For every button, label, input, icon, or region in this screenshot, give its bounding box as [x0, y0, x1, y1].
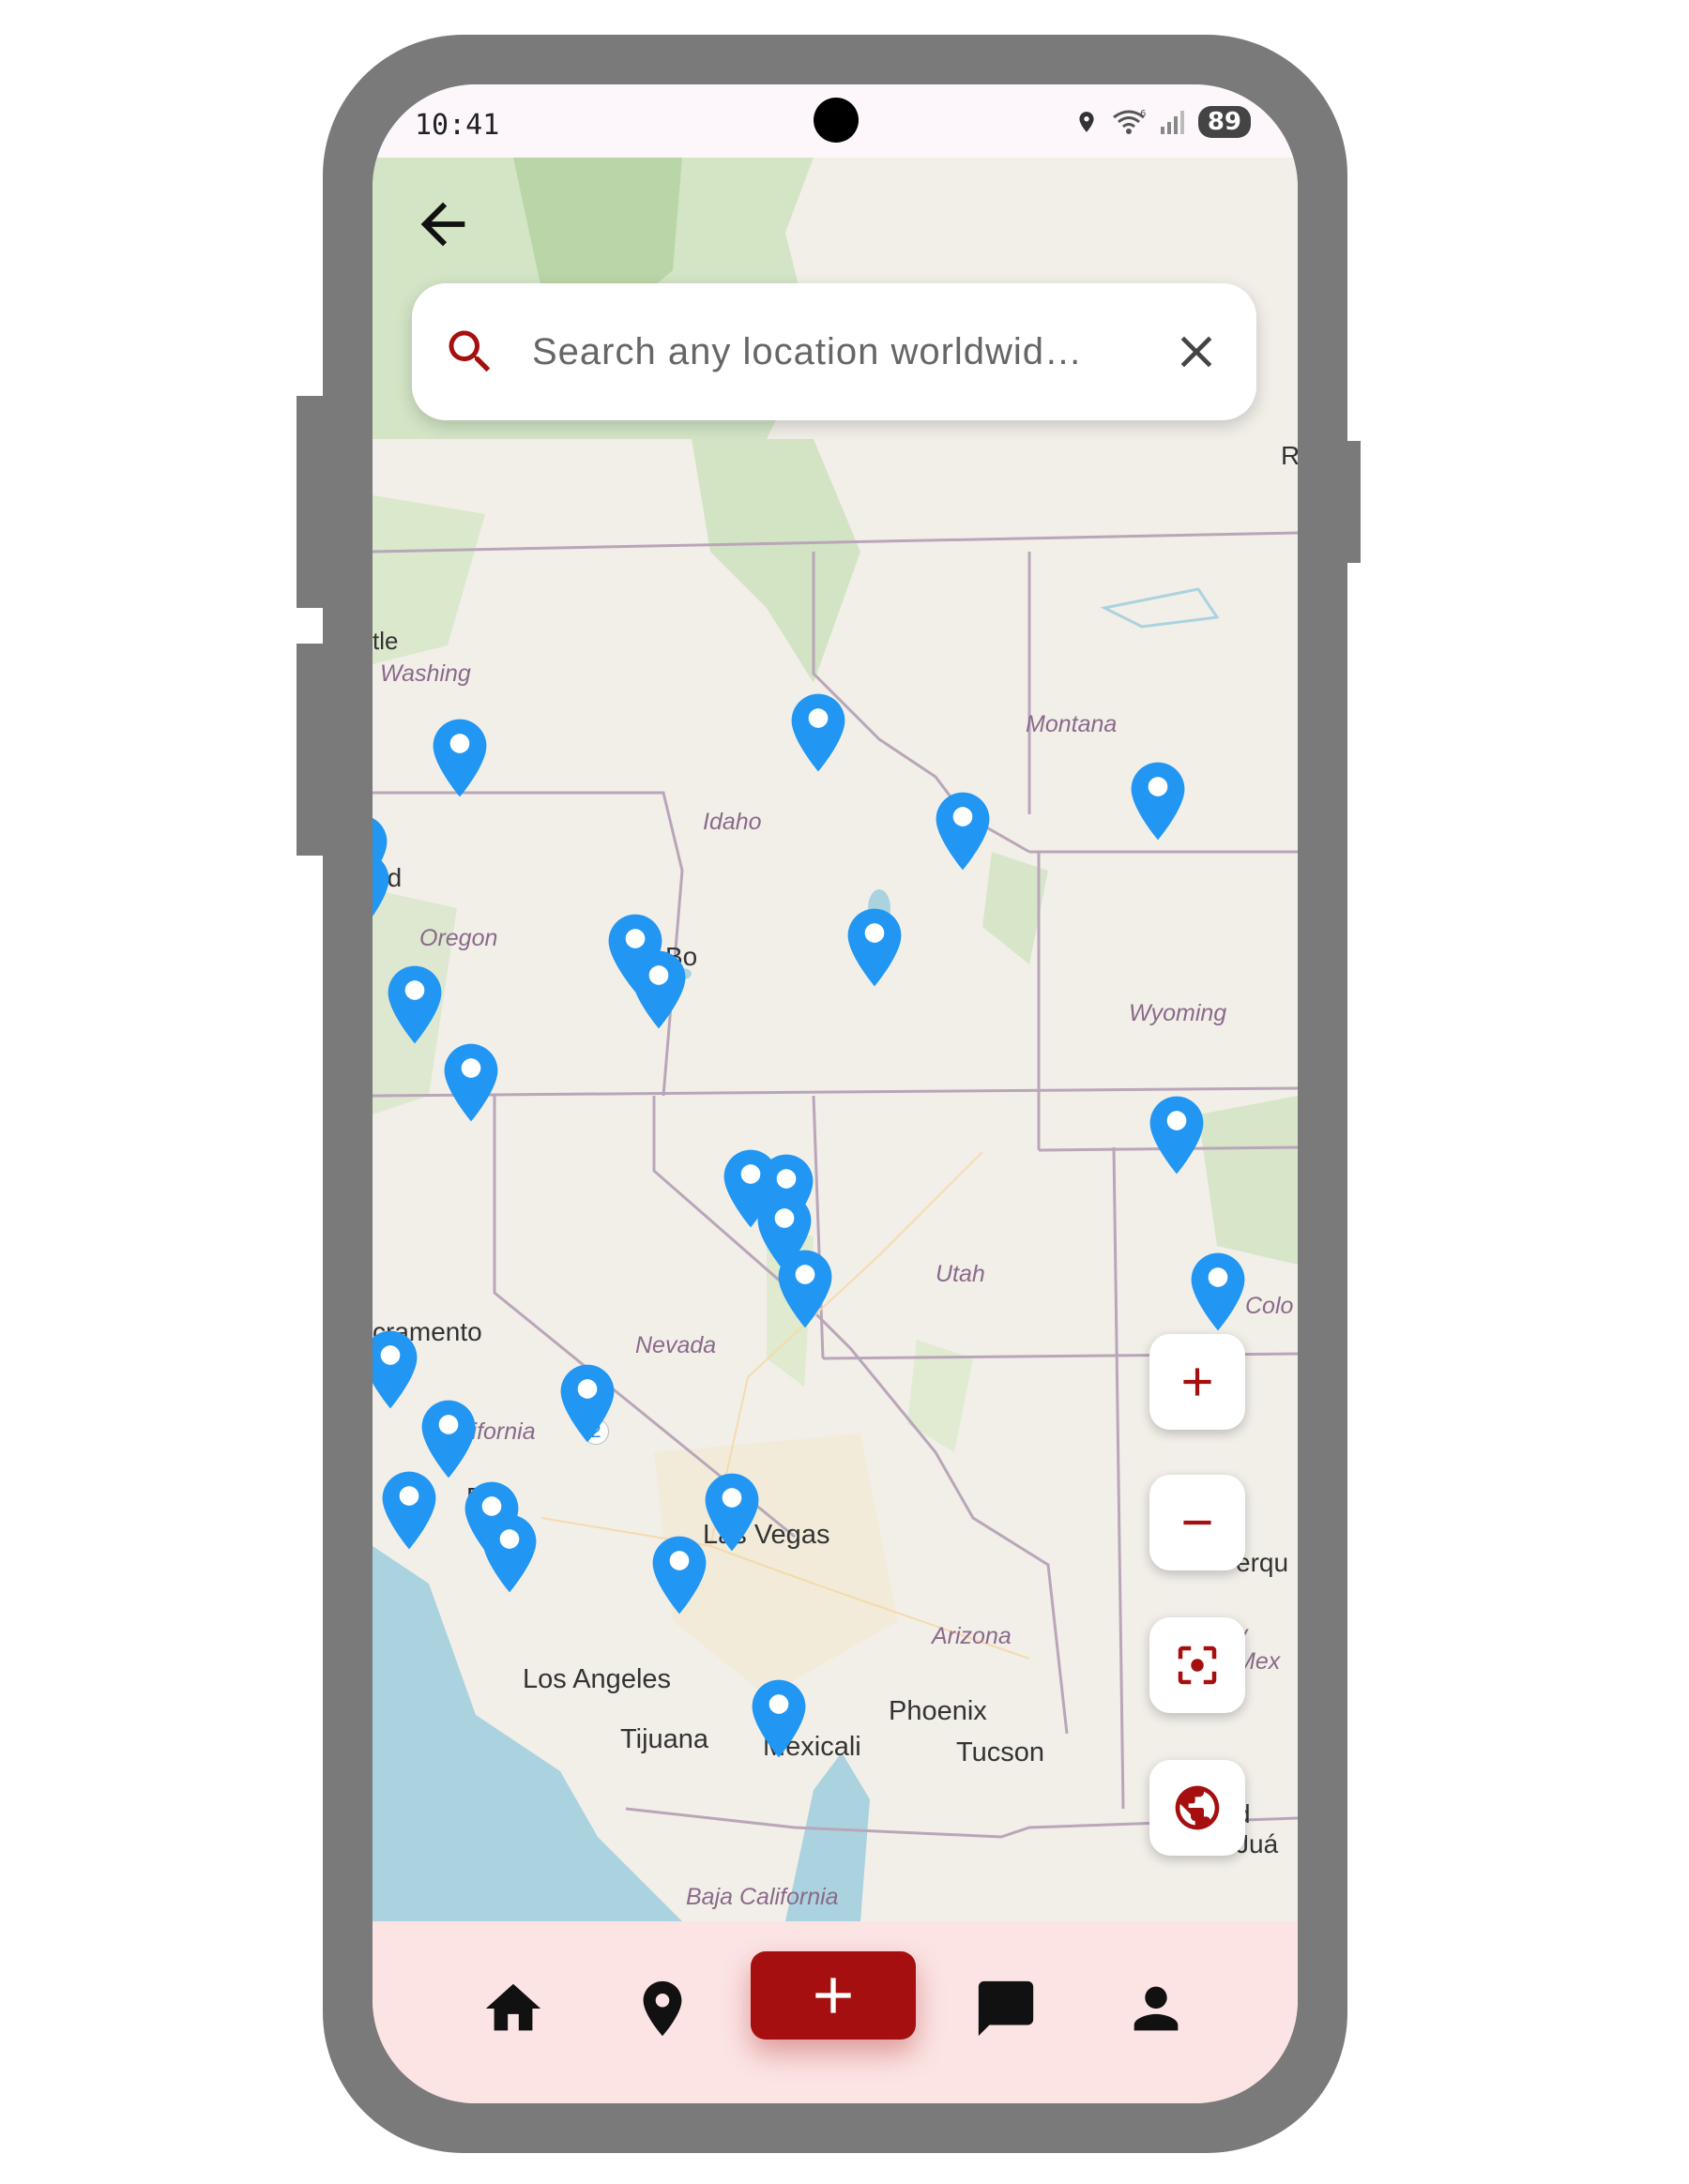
map-label-seattle: tle: [373, 627, 399, 655]
map-label-baja-california: Baja California: [686, 1884, 839, 1910]
phone-side-button: [297, 396, 328, 608]
status-icons: 6 89: [1074, 103, 1251, 141]
map-label-nevada: Nevada: [635, 1332, 717, 1358]
zoom-in-button[interactable]: [1149, 1334, 1245, 1430]
battery-indicator: 89: [1197, 106, 1251, 138]
signal-icon: [1160, 111, 1184, 134]
search-input[interactable]: [530, 329, 1170, 374]
phone-side-button: [297, 644, 328, 856]
center-focus-icon: [1178, 1646, 1217, 1685]
map-marker-icon[interactable]: [442, 1043, 500, 1122]
search-bar: [412, 283, 1256, 420]
status-time: 10:41: [415, 109, 500, 142]
map-marker-icon[interactable]: [480, 1514, 539, 1593]
location-pin-icon[interactable]: [630, 1976, 695, 2041]
map-marker-icon[interactable]: [1129, 762, 1187, 841]
front-camera: [814, 98, 859, 143]
map-label-phoenix: Phoenix: [889, 1696, 987, 1726]
map-marker-icon[interactable]: [1189, 1252, 1247, 1331]
map-marker-icon[interactable]: [373, 852, 391, 931]
map-label-wyoming: Wyoming: [1129, 1000, 1227, 1026]
map-marker-icon[interactable]: [386, 965, 444, 1044]
location-status-icon: [1079, 112, 1094, 132]
map-marker-icon[interactable]: [1148, 1096, 1206, 1175]
map-label-oregon: Oregon: [419, 925, 498, 951]
globe-icon: [1175, 1785, 1220, 1830]
map-marker-icon[interactable]: [934, 792, 992, 871]
globe-button[interactable]: [1149, 1760, 1245, 1856]
status-bar: 10:41 6 89: [373, 84, 1298, 158]
map-marker-icon[interactable]: [650, 1536, 708, 1615]
search-icon: [449, 330, 491, 372]
profile-icon[interactable]: [1123, 1976, 1189, 2041]
map-marker-icon[interactable]: [419, 1400, 478, 1479]
svg-text:6: 6: [1140, 109, 1146, 119]
back-arrow-icon[interactable]: [410, 191, 476, 257]
map-label-tijuana: Tijuana: [620, 1724, 709, 1754]
map-marker-icon[interactable]: [630, 950, 688, 1029]
plus-icon: [815, 1978, 851, 2013]
map-label-regina-fragment: R: [1281, 441, 1298, 470]
wifi-icon: 6: [1112, 109, 1146, 134]
map-marker-icon[interactable]: [373, 1330, 419, 1409]
map-label-idaho: Idaho: [703, 809, 762, 835]
map-label-colorado: Colo: [1245, 1293, 1294, 1319]
map-label-arizona: Arizona: [932, 1623, 1012, 1649]
zoom-out-button[interactable]: [1149, 1475, 1245, 1570]
map-marker-icon[interactable]: [776, 1250, 834, 1328]
map-label-tucson: Tucson: [956, 1737, 1045, 1767]
chat-icon[interactable]: [973, 1976, 1039, 2041]
map-marker-icon[interactable]: [750, 1679, 808, 1758]
map-marker-icon[interactable]: [431, 719, 489, 797]
home-icon[interactable]: [480, 1976, 546, 2041]
recenter-button[interactable]: [1149, 1617, 1245, 1713]
map-marker-icon[interactable]: [789, 693, 847, 772]
map-label-los-angeles: Los Angeles: [523, 1664, 672, 1694]
map-label-utah: Utah: [936, 1261, 985, 1287]
bottom-navigation: [373, 1921, 1298, 2103]
add-button[interactable]: [751, 1951, 916, 2040]
phone-screen: 10:41 6 89 tle Washing Oregon Idaho Bo M…: [373, 84, 1298, 2103]
map-label-washington: Washing: [380, 660, 471, 687]
map-marker-icon[interactable]: [703, 1473, 761, 1552]
phone-side-button: [1342, 441, 1361, 563]
map-label-montana: Montana: [1026, 711, 1118, 737]
map-marker-icon[interactable]: [558, 1364, 616, 1443]
minus-icon: [1183, 1520, 1211, 1525]
map-marker-icon[interactable]: [380, 1471, 438, 1550]
close-icon[interactable]: [1170, 326, 1223, 378]
map-marker-icon[interactable]: [845, 908, 904, 987]
plus-icon: [1183, 1368, 1211, 1396]
